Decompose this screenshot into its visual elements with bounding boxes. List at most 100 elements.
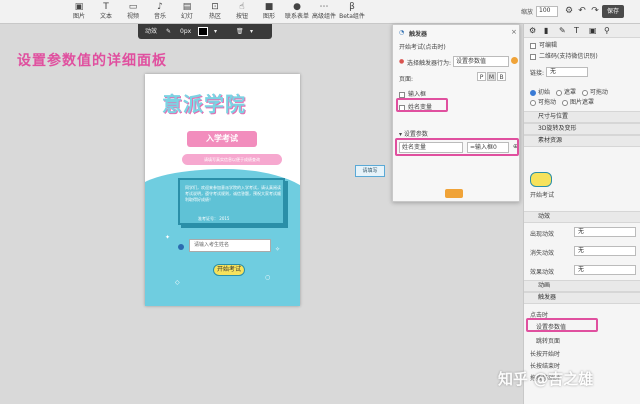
link-tab-icon[interactable]: ⚲: [604, 26, 610, 35]
enter-animation-label: 出现动效: [530, 231, 555, 238]
checkbox-input-box[interactable]: 输入框: [399, 89, 426, 98]
animation-label[interactable]: 动效: [145, 27, 157, 36]
sparkle-icon: ○: [265, 274, 271, 281]
chevron-down-icon[interactable]: ▾: [214, 27, 217, 36]
stroke-width-value[interactable]: 0px: [180, 27, 191, 36]
settings-icon[interactable]: ⚙: [563, 5, 575, 17]
checkbox[interactable]: [530, 42, 536, 49]
contact-icon: ●: [293, 2, 301, 12]
redo-icon[interactable]: ↷: [589, 5, 601, 17]
radio-draggable[interactable]: 可拖动: [530, 99, 556, 106]
highlight-box: [396, 98, 448, 112]
trigger-longpress-item[interactable]: 长按开始时: [530, 349, 560, 358]
beta-icon: β: [349, 2, 355, 12]
lock-tab-icon[interactable]: ▮: [544, 26, 548, 35]
shape-icon: ■: [264, 2, 274, 12]
toolbar-text-button[interactable]: T 文本: [93, 2, 119, 21]
selection-handle[interactable]: [178, 244, 184, 250]
help-icon[interactable]: [511, 57, 518, 64]
enter-animation-select[interactable]: 无: [574, 227, 636, 237]
poster-start-button[interactable]: 开始考试: [213, 264, 245, 276]
button-icon: ☝: [239, 2, 245, 12]
checkbox[interactable]: [530, 53, 536, 60]
asset-thumbnail[interactable]: [530, 172, 552, 187]
top-toolbar: ▣ 图片 T 文本 ▭ 视频 ♪ 音乐 ▤ 幻灯 ⊡ 热区 ☝ 按钮 ■ 图形 ● 联系表单 ⋯ 高…: [0, 0, 640, 24]
color-swatch[interactable]: [198, 27, 208, 36]
poster-card-text: 同学们，欢迎来参加意派学院的入学考试，请认真阅读考试说明，遵守考试规则，诚信答题…: [185, 185, 281, 202]
toolbar-contact-button[interactable]: ● 联系表单: [284, 2, 310, 21]
hotspot-icon: ⊡: [211, 2, 219, 12]
checkbox[interactable]: [399, 91, 405, 98]
save-button[interactable]: 保存: [602, 5, 624, 18]
section-size-position[interactable]: 尺寸与位置: [524, 111, 640, 123]
zoom-label: 缩放: [521, 9, 534, 16]
text-icon: T: [103, 2, 109, 12]
hint-bubble: 请填写: [355, 165, 385, 177]
toolbar-button-button[interactable]: ☝ 按钮: [229, 2, 255, 21]
page-option-m[interactable]: M: [487, 72, 496, 81]
toolbar-advanced-button[interactable]: ⋯ 高级组件: [311, 2, 337, 21]
radio-image-mask[interactable]: 图片遮罩: [561, 99, 594, 106]
checkbox-editable[interactable]: 可编辑: [530, 40, 557, 49]
image-tab-icon[interactable]: ▣: [589, 26, 597, 35]
pen-icon[interactable]: ✎: [166, 27, 171, 36]
watermark: 知乎 @吉之雄: [498, 370, 594, 388]
trash-icon[interactable]: 🗑: [236, 27, 244, 36]
exit-animation-select[interactable]: 无: [574, 246, 636, 256]
toolbar-image-button[interactable]: ▣ 图片: [66, 2, 92, 21]
undo-icon[interactable]: ↶: [576, 5, 588, 17]
toolbar-slideshow-button[interactable]: ▤ 幻灯: [174, 2, 200, 21]
zoom-input[interactable]: 100: [536, 6, 558, 17]
poster-card-code: 准考证号： 2015: [198, 216, 230, 221]
trigger-jump-item[interactable]: 跳转页面: [536, 336, 560, 345]
brush-tab-icon[interactable]: ✎: [559, 26, 566, 35]
toolbar-hotspot-button[interactable]: ⊡ 热区: [202, 2, 228, 21]
highlight-box: [526, 318, 598, 332]
properties-panel: ⚙ ▮ ✎ T ▣ ⚲ 可编辑 二维码(支持微信识别) 链接: 无 初始 遮罩 …: [523, 24, 640, 404]
section-3d-rotate[interactable]: 3D旋转及变形: [524, 123, 640, 135]
section-assets[interactable]: 素材资源: [524, 135, 640, 147]
radio-drag[interactable]: 可拖动: [581, 89, 608, 96]
section-trigger[interactable]: 触发器: [524, 292, 640, 304]
toolbar-beta-button[interactable]: β Beta组件: [339, 2, 365, 21]
radio-mask[interactable]: 遮罩: [555, 89, 576, 96]
toolbar-shape-button[interactable]: ■ 图形: [256, 2, 282, 21]
page-option-b[interactable]: B: [497, 72, 506, 81]
section-animation[interactable]: 动效: [524, 211, 640, 223]
design-canvas[interactable]: 意派学院 入学考试 请填写真实信息以便于成绩查询 同学们，欢迎来参加意派学院的入…: [145, 74, 300, 306]
text-tab-icon[interactable]: T: [574, 26, 579, 35]
section-animation-2[interactable]: 动画: [524, 280, 640, 292]
radio-initial[interactable]: 初始: [530, 89, 550, 96]
poster-card: 同学们，欢迎来参加意派学院的入学考试，请认真阅读考试说明，遵守考试规则，诚信答题…: [178, 178, 285, 225]
close-icon[interactable]: ×: [511, 28, 517, 36]
link-label: 链接:: [530, 70, 545, 77]
poster-title: 意派学院: [162, 92, 246, 116]
trigger-dialog-title: 触发器: [409, 31, 428, 38]
exit-animation-label: 消失动效: [530, 250, 555, 257]
radio-group-2: 可拖动 图片遮罩: [530, 97, 594, 106]
effect-animation-label: 效果动效: [530, 269, 555, 276]
asset-name: 开始考试: [530, 192, 555, 199]
settings-tab-icon[interactable]: ⚙: [529, 26, 536, 35]
link-select[interactable]: 无: [546, 67, 588, 77]
page-option-p[interactable]: P: [477, 72, 486, 81]
sparkle-icon: ✧: [275, 246, 281, 253]
effect-animation-select[interactable]: 无: [574, 265, 636, 275]
trigger-dialog: ◔ 触发器 × 开始考试(点击时) ● 选择触发器行为: 设置参数值 页面: P…: [392, 24, 520, 202]
highlight-box: [395, 138, 519, 156]
checkbox-qrcode[interactable]: 二维码(支持微信识别): [530, 51, 598, 60]
toolbar-video-button[interactable]: ▭ 视频: [120, 2, 146, 21]
page-label: 页面:: [399, 76, 414, 83]
poster-tagline: 请填写真实信息以便于成绩查询: [182, 154, 282, 165]
advanced-icon: ⋯: [319, 2, 329, 12]
action-select[interactable]: 设置参数值: [453, 56, 509, 67]
chevron-down-icon[interactable]: ▾: [250, 27, 253, 36]
toolbar-music-button[interactable]: ♪ 音乐: [147, 2, 173, 21]
poster-name-input[interactable]: 请输入考生姓名: [189, 239, 271, 252]
required-icon: ●: [399, 58, 405, 65]
music-icon: ♪: [157, 2, 163, 12]
image-icon: ▣: [74, 2, 84, 12]
radio-group: 初始 遮罩 可拖动: [530, 87, 608, 96]
trigger-icon: ◔: [399, 29, 405, 36]
confirm-button[interactable]: [445, 189, 463, 198]
